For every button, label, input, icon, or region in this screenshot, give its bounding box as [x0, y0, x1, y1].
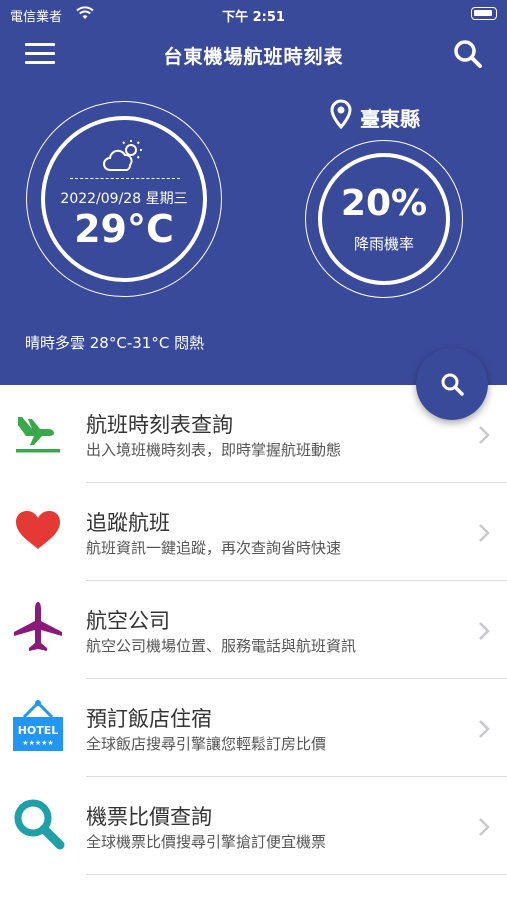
page-title: 台東機場航班時刻表: [163, 46, 344, 68]
partly-cloudy-icon: [103, 140, 142, 171]
weather-divider: [70, 178, 180, 179]
menu-item-subtitle: 全球機票比價搜尋引擎搶訂便宜機票: [86, 833, 327, 851]
header-panel: 電信業者 下午 2:51 台東機場航班時刻表 2022/09/28 星期三 29…: [0, 0, 507, 385]
location-pin-icon: [330, 99, 352, 129]
menu-item-title: 預訂飯店住宿: [86, 707, 212, 731]
menu-list: 航班時刻表查詢 出入境班機時刻表，即時掌握航班動態 追蹤航班 航班資訊一鍵追蹤，…: [0, 385, 507, 900]
search-fab-button[interactable]: [416, 348, 488, 420]
weather-temperature: 29°C: [74, 207, 174, 251]
chevron-right-icon: [479, 622, 490, 640]
menu-item-airlines[interactable]: 航空公司 航空公司機場位置、服務電話與航班資訊: [0, 581, 507, 679]
plane-landing-icon: [16, 417, 60, 453]
rain-probability-value: 20%: [340, 183, 428, 224]
chevron-right-icon: [479, 426, 490, 444]
weather-date: 2022/09/28 星期三: [60, 191, 188, 207]
search-icon: [441, 373, 464, 396]
heart-icon: [16, 511, 60, 549]
hotel-sign-icon: HOTEL ★★★★★: [13, 700, 63, 751]
rain-probability-label: 降雨機率: [353, 235, 414, 253]
search-icon[interactable]: [452, 38, 484, 70]
chevron-right-icon: [479, 524, 490, 542]
menu-item-ticket-compare[interactable]: 機票比價查詢 全球機票比價搜尋引擎搶訂便宜機票: [0, 777, 507, 875]
svg-text:HOTEL: HOTEL: [18, 724, 59, 737]
battery-icon: [471, 7, 497, 20]
menu-item-title: 機票比價查詢: [86, 805, 212, 829]
menu-item-subtitle: 航班資訊一鍵追蹤，再次查詢省時快速: [86, 539, 342, 557]
weather-description: 晴時多雲 28°C-31°C 悶熱: [25, 334, 205, 352]
clock-label: 下午 2:51: [222, 10, 285, 25]
menu-item-subtitle: 出入境班機時刻表，即時掌握航班動態: [86, 441, 342, 459]
menu-item-title: 追蹤航班: [86, 511, 170, 535]
chevron-right-icon: [479, 818, 490, 836]
nav-bar: 台東機場航班時刻表: [0, 30, 507, 76]
menu-item-partial[interactable]: [0, 875, 507, 900]
location-label[interactable]: 臺東縣: [360, 103, 420, 132]
airplane-icon: [14, 602, 62, 651]
status-bar: 電信業者 下午 2:51: [0, 0, 507, 30]
menu-item-subtitle: 航空公司機場位置、服務電話與航班資訊: [86, 637, 357, 655]
svg-text:★★★★★: ★★★★★: [22, 739, 53, 747]
chevron-right-icon: [479, 720, 490, 738]
magnifier-icon: [14, 799, 65, 850]
menu-item-track-flight[interactable]: 追蹤航班 航班資訊一鍵追蹤，再次查詢省時快速: [0, 483, 507, 581]
menu-item-subtitle: 全球飯店搜尋引擎讓您輕鬆訂房比價: [86, 735, 327, 753]
menu-item-hotel-booking[interactable]: HOTEL ★★★★★ 預訂飯店住宿 全球飯店搜尋引擎讓您輕鬆訂房比價: [0, 679, 507, 777]
menu-item-title: 航班時刻表查詢: [86, 413, 233, 437]
menu-item-title: 航空公司: [86, 609, 170, 633]
